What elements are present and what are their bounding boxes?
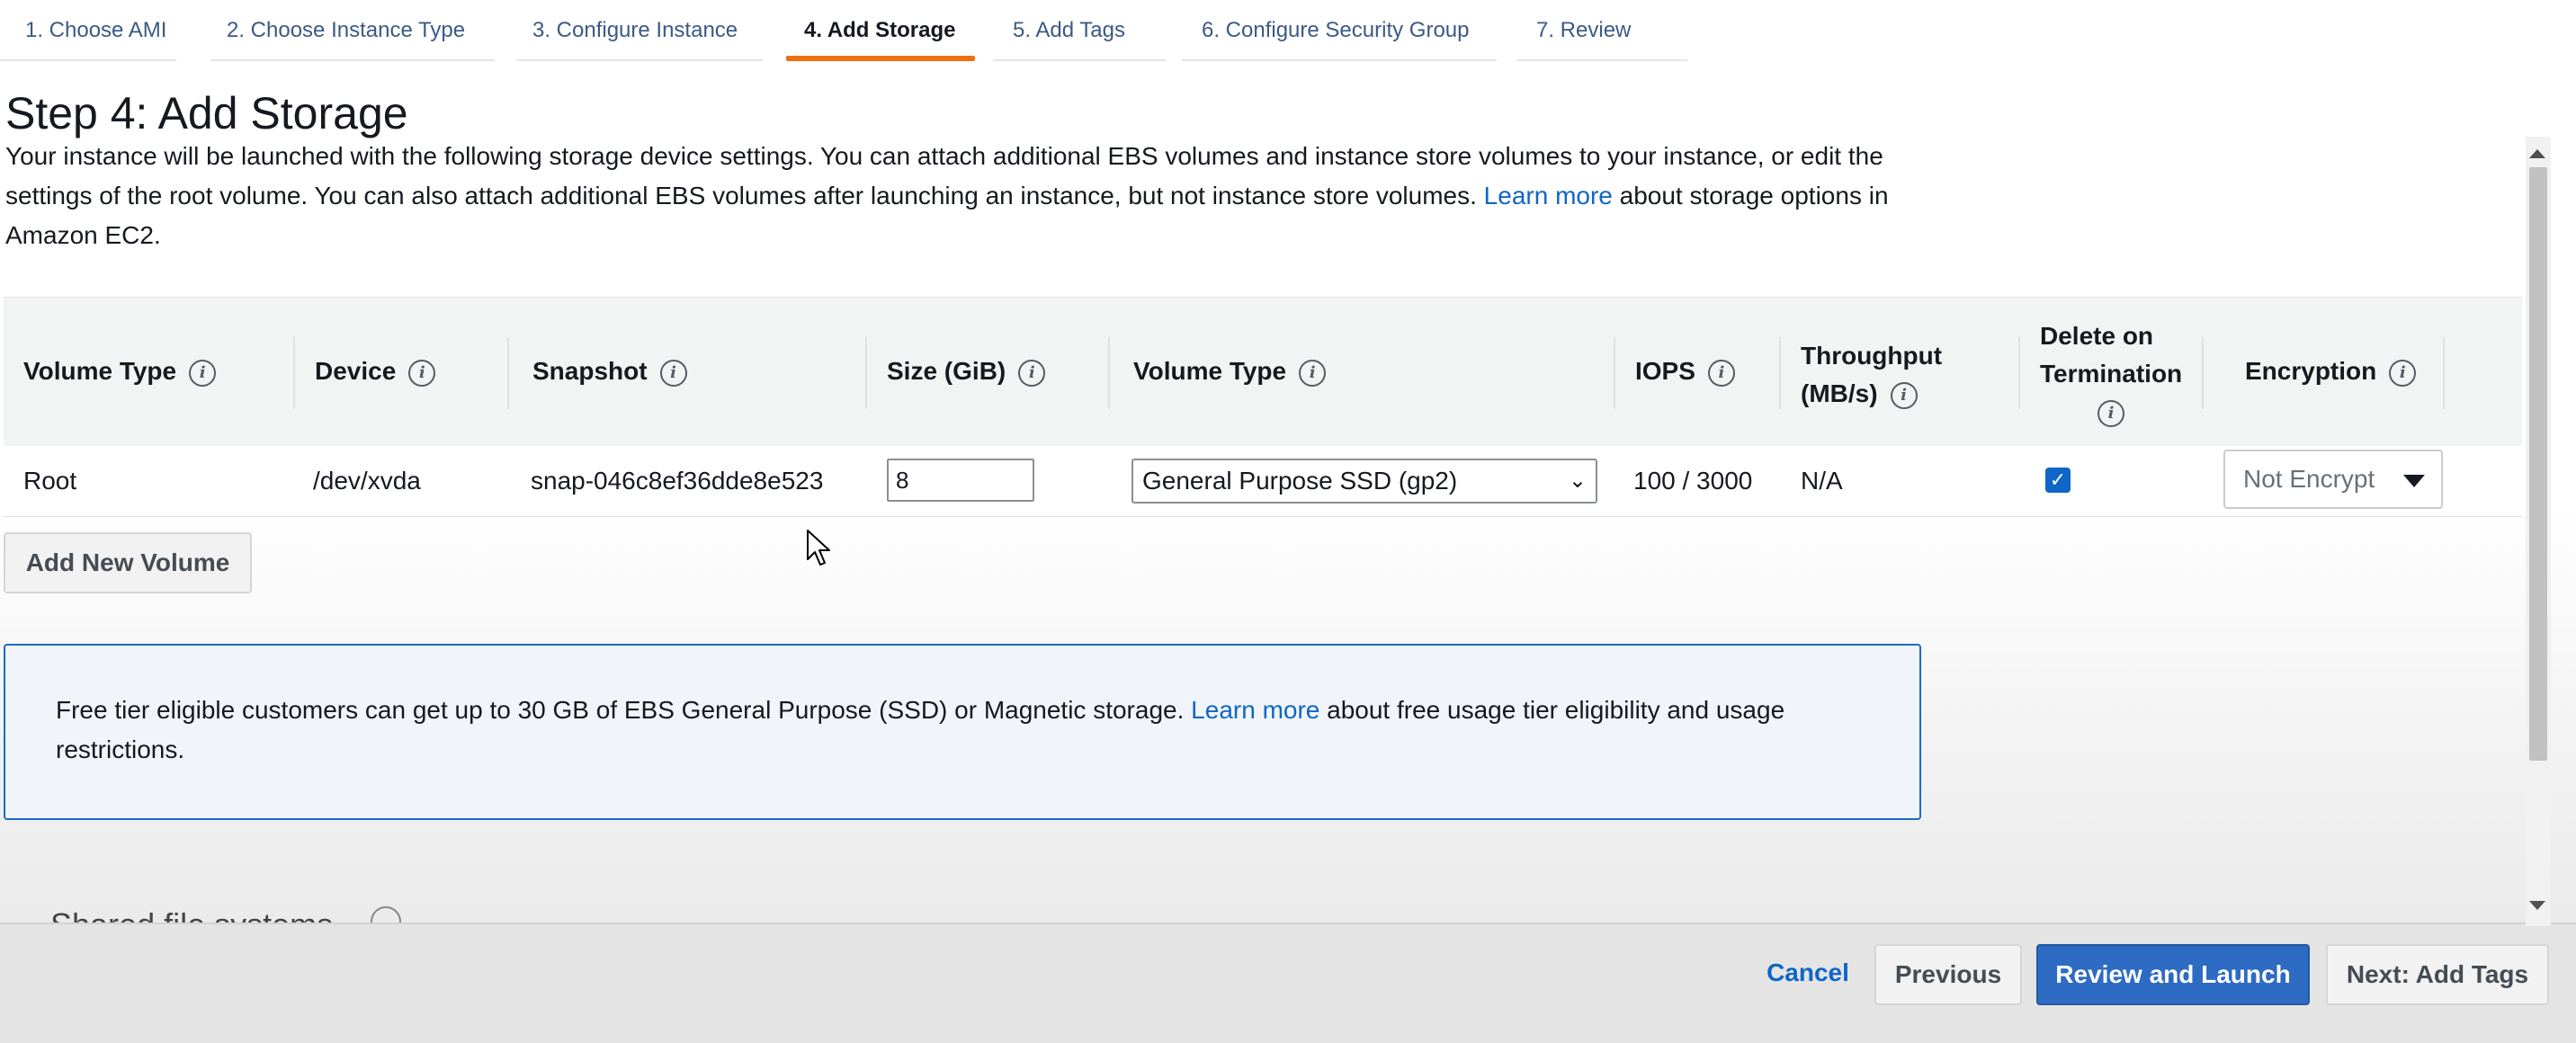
delete-on-termination-checkbox[interactable]: ✓	[2045, 468, 2071, 493]
header-snapshot: Snapshot i	[532, 357, 687, 387]
mouse-cursor-icon	[807, 530, 830, 566]
cancel-button[interactable]: Cancel	[1754, 944, 1862, 1005]
volume-type-select[interactable]: General Purpose SSD (gp2) ⌄	[1131, 459, 1597, 504]
review-and-launch-button[interactable]: Review and Launch	[2036, 944, 2310, 1005]
header-device: Device i	[315, 357, 436, 387]
volume-type-select-value: General Purpose SSD (gp2)	[1142, 467, 1458, 495]
info-icon[interactable]: i	[2389, 359, 2417, 387]
header-label: Snapshot	[532, 357, 648, 385]
scrollbar-thumb[interactable]	[2529, 167, 2547, 761]
column-divider	[293, 337, 295, 409]
header-iops: IOPS i	[1635, 357, 1735, 387]
row-snapshot: snap-046c8ef36dde8e523	[531, 467, 824, 495]
header-label: Volume Type	[23, 357, 177, 385]
column-divider	[507, 337, 509, 409]
info-icon[interactable]: i	[408, 359, 436, 387]
column-divider	[2202, 337, 2204, 409]
row-volume-type: Root	[23, 467, 77, 495]
header-volume-type: Volume Type i	[23, 357, 217, 387]
info-icon[interactable]: i	[189, 359, 217, 387]
next-add-tags-button[interactable]: Next: Add Tags	[2326, 944, 2549, 1005]
step-choose-ami[interactable]: 1. Choose AMI	[25, 0, 166, 61]
step-add-storage[interactable]: 4. Add Storage	[804, 0, 955, 61]
table-header: Volume Type i Device i Snapshot i Size (GiB…	[4, 297, 2522, 448]
column-divider	[1108, 337, 1110, 409]
row-iops: 100 / 3000	[1633, 467, 1753, 495]
encryption-select[interactable]: Not Encrypt	[2223, 450, 2443, 509]
header-label: Encryption	[2245, 357, 2377, 385]
row-throughput: N/A	[1801, 467, 1843, 495]
step-review[interactable]: 7. Review	[1536, 0, 1631, 61]
step-configure-instance[interactable]: 3. Configure Instance	[532, 0, 738, 61]
table-row: Root /dev/xvda snap-046c8ef36dde8e523 8 …	[4, 446, 2522, 517]
free-tier-info-box: Free tier eligible customers can get up …	[4, 644, 1921, 820]
scroll-up-arrow-icon[interactable]	[2529, 149, 2545, 158]
column-divider	[1614, 337, 1615, 409]
header-label: (MB/s)	[1801, 379, 1878, 407]
info-icon[interactable]: i	[659, 359, 687, 387]
free-tier-text: Free tier eligible customers can get up …	[56, 691, 1891, 770]
header-delete-on-termination: Delete on Termination i	[2040, 317, 2182, 431]
step-add-tags[interactable]: 5. Add Tags	[1013, 0, 1125, 61]
header-volume-type-2: Volume Type i	[1133, 357, 1327, 387]
info-icon[interactable]: i	[1707, 359, 1735, 387]
header-label: Throughput	[1801, 342, 1943, 370]
step-choose-instance-type[interactable]: 2. Choose Instance Type	[227, 0, 465, 61]
header-encryption: Encryption i	[2245, 357, 2417, 387]
info-icon[interactable]: i	[1890, 381, 1918, 409]
add-new-volume-button[interactable]: Add New Volume	[4, 532, 252, 593]
free-tier-text-part: Free tier eligible customers can get up …	[56, 696, 1185, 724]
info-icon[interactable]: i	[1299, 359, 1327, 387]
header-label: Size (GiB)	[887, 357, 1006, 385]
previous-button[interactable]: Previous	[1874, 944, 2022, 1005]
column-divider	[2018, 337, 2020, 409]
column-divider	[2443, 337, 2445, 409]
header-label: Termination	[2040, 360, 2183, 388]
info-icon[interactable]: i	[1018, 359, 1046, 387]
learn-more-link[interactable]: Learn more	[1484, 182, 1613, 209]
row-device: /dev/xvda	[313, 467, 421, 495]
encryption-select-value: Not Encrypt	[2243, 465, 2375, 493]
header-label: Delete on	[2040, 322, 2154, 350]
header-label: IOPS	[1635, 357, 1695, 385]
caret-down-icon	[2403, 475, 2425, 487]
header-size: Size (GiB) i	[887, 357, 1046, 387]
header-throughput: Throughput (MB/s) i	[1801, 337, 1942, 413]
header-label: Device	[315, 357, 397, 385]
column-divider	[1779, 337, 1781, 409]
step-configure-security-group[interactable]: 6. Configure Security Group	[1202, 0, 1469, 61]
chevron-down-icon: ⌄	[1568, 468, 1587, 493]
header-label: Volume Type	[1133, 357, 1287, 385]
size-input[interactable]: 8	[887, 459, 1034, 502]
info-icon[interactable]: i	[2097, 399, 2124, 427]
page-title: Step 4: Add Storage	[5, 88, 408, 138]
column-divider	[865, 337, 867, 409]
free-tier-learn-more-link[interactable]: Learn more	[1191, 696, 1319, 724]
scroll-down-arrow-icon[interactable]	[2529, 901, 2545, 910]
intro-text: Your instance will be launched with the …	[5, 137, 1912, 255]
